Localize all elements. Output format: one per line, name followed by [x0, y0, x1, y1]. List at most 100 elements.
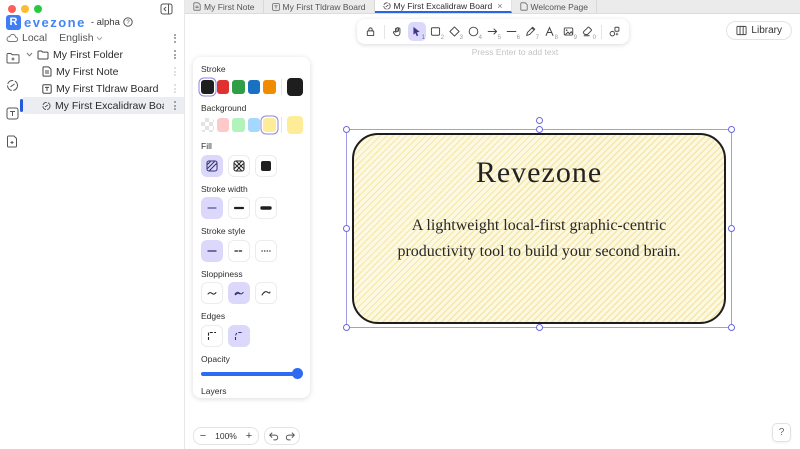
collapse-sidebar-icon[interactable]	[160, 2, 176, 16]
redo-icon[interactable]	[282, 428, 299, 444]
sloppiness-architect-icon[interactable]	[201, 282, 223, 304]
selection-tool-icon[interactable]: 1	[407, 22, 426, 41]
fill-hachure-icon[interactable]	[201, 154, 223, 177]
stroke-width-thin-icon[interactable]	[201, 197, 223, 219]
zoom-level[interactable]: 100%	[212, 431, 240, 441]
tool-island: 1 2 3 4 5 6 7 8 9 0	[356, 19, 629, 44]
tab-label: Welcome Page	[530, 1, 588, 12]
workspace-row: Local English	[6, 31, 180, 45]
fill-cross-hatch-icon[interactable]	[228, 154, 250, 177]
canvas-hint: Press Enter to add text	[471, 47, 559, 57]
stroke-color-black[interactable]	[201, 79, 214, 94]
stroke-color-green[interactable]	[232, 79, 245, 94]
stroke-color-orange[interactable]	[263, 79, 276, 94]
arrow-tool-icon[interactable]: 5	[484, 22, 502, 41]
stroke-style-section: Stroke style	[201, 226, 303, 262]
edges-round-icon[interactable]	[228, 324, 250, 347]
resize-handle-nw[interactable]	[343, 126, 350, 133]
resize-handle-n[interactable]	[535, 126, 543, 133]
zoom-window-button[interactable]	[34, 5, 42, 13]
excalidraw-canvas[interactable]: 1 2 3 4 5 6 7 8 9 0 Library Press Enter …	[185, 14, 800, 449]
draw-tool-icon[interactable]: 7	[522, 22, 540, 41]
revezone-card[interactable]: Revezone A lightweight local-first graph…	[352, 133, 726, 324]
resize-handle-se[interactable]	[728, 324, 735, 331]
stroke-width-extra-bold-icon[interactable]	[255, 197, 277, 219]
language-select[interactable]: English	[59, 32, 102, 44]
tool-shortcut: 7	[535, 34, 539, 41]
add-excalidraw-board-icon[interactable]	[6, 78, 21, 93]
sloppiness-artist-icon[interactable]	[228, 282, 250, 304]
line-tool-icon[interactable]: 6	[503, 22, 521, 41]
tab-my-first-note[interactable]: My First Note	[185, 0, 264, 13]
background-color-blue[interactable]	[247, 118, 261, 132]
add-tldraw-board-icon[interactable]	[6, 106, 21, 121]
zoom-in-button[interactable]: +	[240, 428, 258, 444]
background-color-pink[interactable]	[216, 118, 230, 132]
item-menu-icon[interactable]	[168, 65, 182, 78]
diamond-tool-icon[interactable]: 3	[446, 22, 464, 41]
item-menu-icon[interactable]	[168, 82, 182, 95]
rotate-handle[interactable]	[535, 117, 543, 124]
folder-menu-icon[interactable]	[168, 48, 182, 61]
minimize-window-button[interactable]	[21, 5, 29, 13]
card-title: Revezone	[475, 156, 603, 189]
fill-solid-icon[interactable]	[255, 154, 277, 177]
edges-sharp-icon[interactable]	[201, 324, 223, 347]
more-tools-icon[interactable]	[606, 22, 624, 41]
tree-item-tldraw[interactable]: My First Tldraw Board	[22, 80, 184, 97]
tree-item-note[interactable]: My First Note	[22, 63, 184, 80]
stroke-width-bold-icon[interactable]	[228, 197, 250, 219]
add-folder-icon[interactable]	[6, 50, 21, 65]
ellipse-tool-icon[interactable]: 4	[465, 22, 483, 41]
stroke-color-red[interactable]	[216, 79, 230, 94]
resize-handle-w[interactable]	[343, 225, 350, 232]
background-color-green[interactable]	[232, 118, 245, 132]
background-color-transparent[interactable]	[201, 118, 214, 132]
stroke-color-blue[interactable]	[247, 79, 261, 94]
resize-handle-sw[interactable]	[343, 324, 350, 331]
tab-welcome-page[interactable]: Welcome Page	[512, 0, 597, 13]
tree-folder-row[interactable]: My First Folder	[22, 46, 184, 63]
stroke-style-solid-icon[interactable]	[201, 239, 223, 262]
stroke-current-color[interactable]	[286, 77, 303, 96]
help-button[interactable]: ?	[772, 423, 791, 442]
tab-my-first-excalidraw-board[interactable]: My First Excalidraw Board ×	[374, 0, 512, 13]
stroke-style-dashed-icon[interactable]	[228, 239, 250, 262]
chevron-down-icon[interactable]	[26, 52, 33, 57]
background-section: Background	[201, 103, 303, 134]
eraser-tool-icon[interactable]: 0	[579, 22, 597, 41]
card-line-2: productivity tool to build your second b…	[397, 243, 681, 260]
item-menu-icon[interactable]	[168, 99, 182, 112]
background-current-color[interactable]	[286, 116, 303, 134]
rectangle-tool-icon[interactable]: 2	[427, 22, 445, 41]
workspace-menu-icon[interactable]	[170, 32, 180, 45]
about-icon[interactable]: ?	[123, 17, 133, 27]
text-tool-icon[interactable]: 8	[541, 22, 559, 41]
window-controls	[8, 5, 42, 13]
background-color-yellow[interactable]	[263, 118, 276, 132]
library-label: Library	[751, 25, 782, 36]
close-tab-icon[interactable]: ×	[497, 1, 502, 11]
tree-item-label: My First Note	[56, 65, 119, 78]
opacity-thumb[interactable]	[292, 367, 303, 379]
tree-item-excalidraw[interactable]: My First Excalidraw Board	[20, 97, 184, 114]
resize-handle-s[interactable]	[535, 324, 543, 331]
stroke-style-dotted-icon[interactable]	[255, 239, 277, 262]
hand-tool-icon[interactable]	[389, 22, 407, 41]
opacity-slider[interactable]	[201, 367, 303, 379]
resize-handle-ne[interactable]	[728, 126, 735, 133]
library-button[interactable]: Library	[726, 21, 792, 40]
zoom-out-button[interactable]: −	[194, 428, 212, 444]
divider	[280, 117, 282, 133]
lock-tool-icon[interactable]	[362, 22, 380, 41]
add-note-icon[interactable]	[6, 134, 21, 149]
divider	[600, 24, 602, 39]
image-tool-icon[interactable]: 9	[560, 22, 578, 41]
fill-section: Fill	[201, 141, 303, 177]
history-controls	[264, 427, 300, 445]
close-window-button[interactable]	[8, 5, 16, 13]
sloppiness-cartoonist-icon[interactable]	[255, 282, 277, 304]
tab-my-first-tldraw-board[interactable]: My First Tldraw Board	[264, 0, 375, 13]
resize-handle-e[interactable]	[728, 225, 735, 232]
undo-icon[interactable]	[265, 428, 282, 444]
